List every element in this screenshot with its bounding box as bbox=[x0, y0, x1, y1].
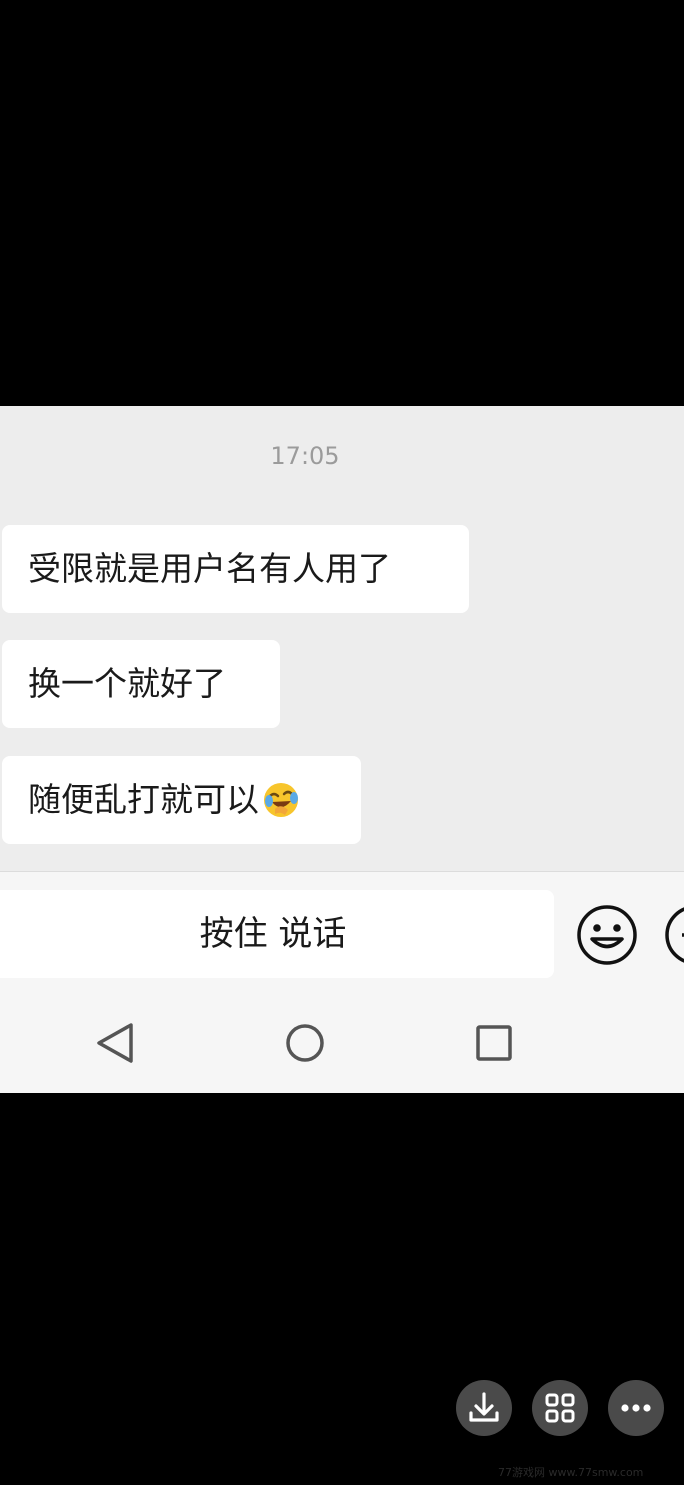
grid-icon[interactable] bbox=[532, 1380, 588, 1436]
chat-screenshot: 17:05 受限就是用户名有人用了 换一个就好了 随便乱打就可以 按住 说话 bbox=[0, 406, 684, 1093]
watermark: 77游戏网 www.77smw.com bbox=[498, 1466, 644, 1479]
image-viewer: 17:05 受限就是用户名有人用了 换一个就好了 随便乱打就可以 按住 说话 7… bbox=[0, 0, 684, 1485]
square-recent-icon[interactable] bbox=[464, 1013, 524, 1073]
hold-to-talk-button[interactable]: 按住 说话 bbox=[0, 890, 554, 978]
message-timestamp: 17:05 bbox=[270, 442, 340, 470]
plus-circle-icon[interactable] bbox=[664, 904, 684, 966]
circle-home-icon[interactable] bbox=[275, 1013, 335, 1073]
message-text: 受限就是用户名有人用了 bbox=[28, 549, 391, 588]
chat-input-bar: 按住 说话 bbox=[0, 871, 684, 994]
smiley-icon[interactable] bbox=[576, 904, 638, 966]
message-text: 换一个就好了 bbox=[28, 664, 226, 703]
chat-message-area[interactable]: 17:05 受限就是用户名有人用了 换一个就好了 随便乱打就可以 bbox=[0, 406, 684, 871]
laugh-cry-emoji-icon bbox=[261, 764, 301, 817]
message-bubble[interactable]: 随便乱打就可以 bbox=[2, 756, 361, 844]
more-dots-icon[interactable] bbox=[608, 1380, 664, 1436]
system-navigation-bar bbox=[0, 993, 684, 1093]
message-bubble[interactable]: 换一个就好了 bbox=[2, 640, 280, 728]
message-bubble[interactable]: 受限就是用户名有人用了 bbox=[2, 525, 469, 613]
triangle-back-icon[interactable] bbox=[86, 1013, 146, 1073]
message-text: 随便乱打就可以 bbox=[28, 780, 259, 819]
download-icon[interactable] bbox=[456, 1380, 512, 1436]
